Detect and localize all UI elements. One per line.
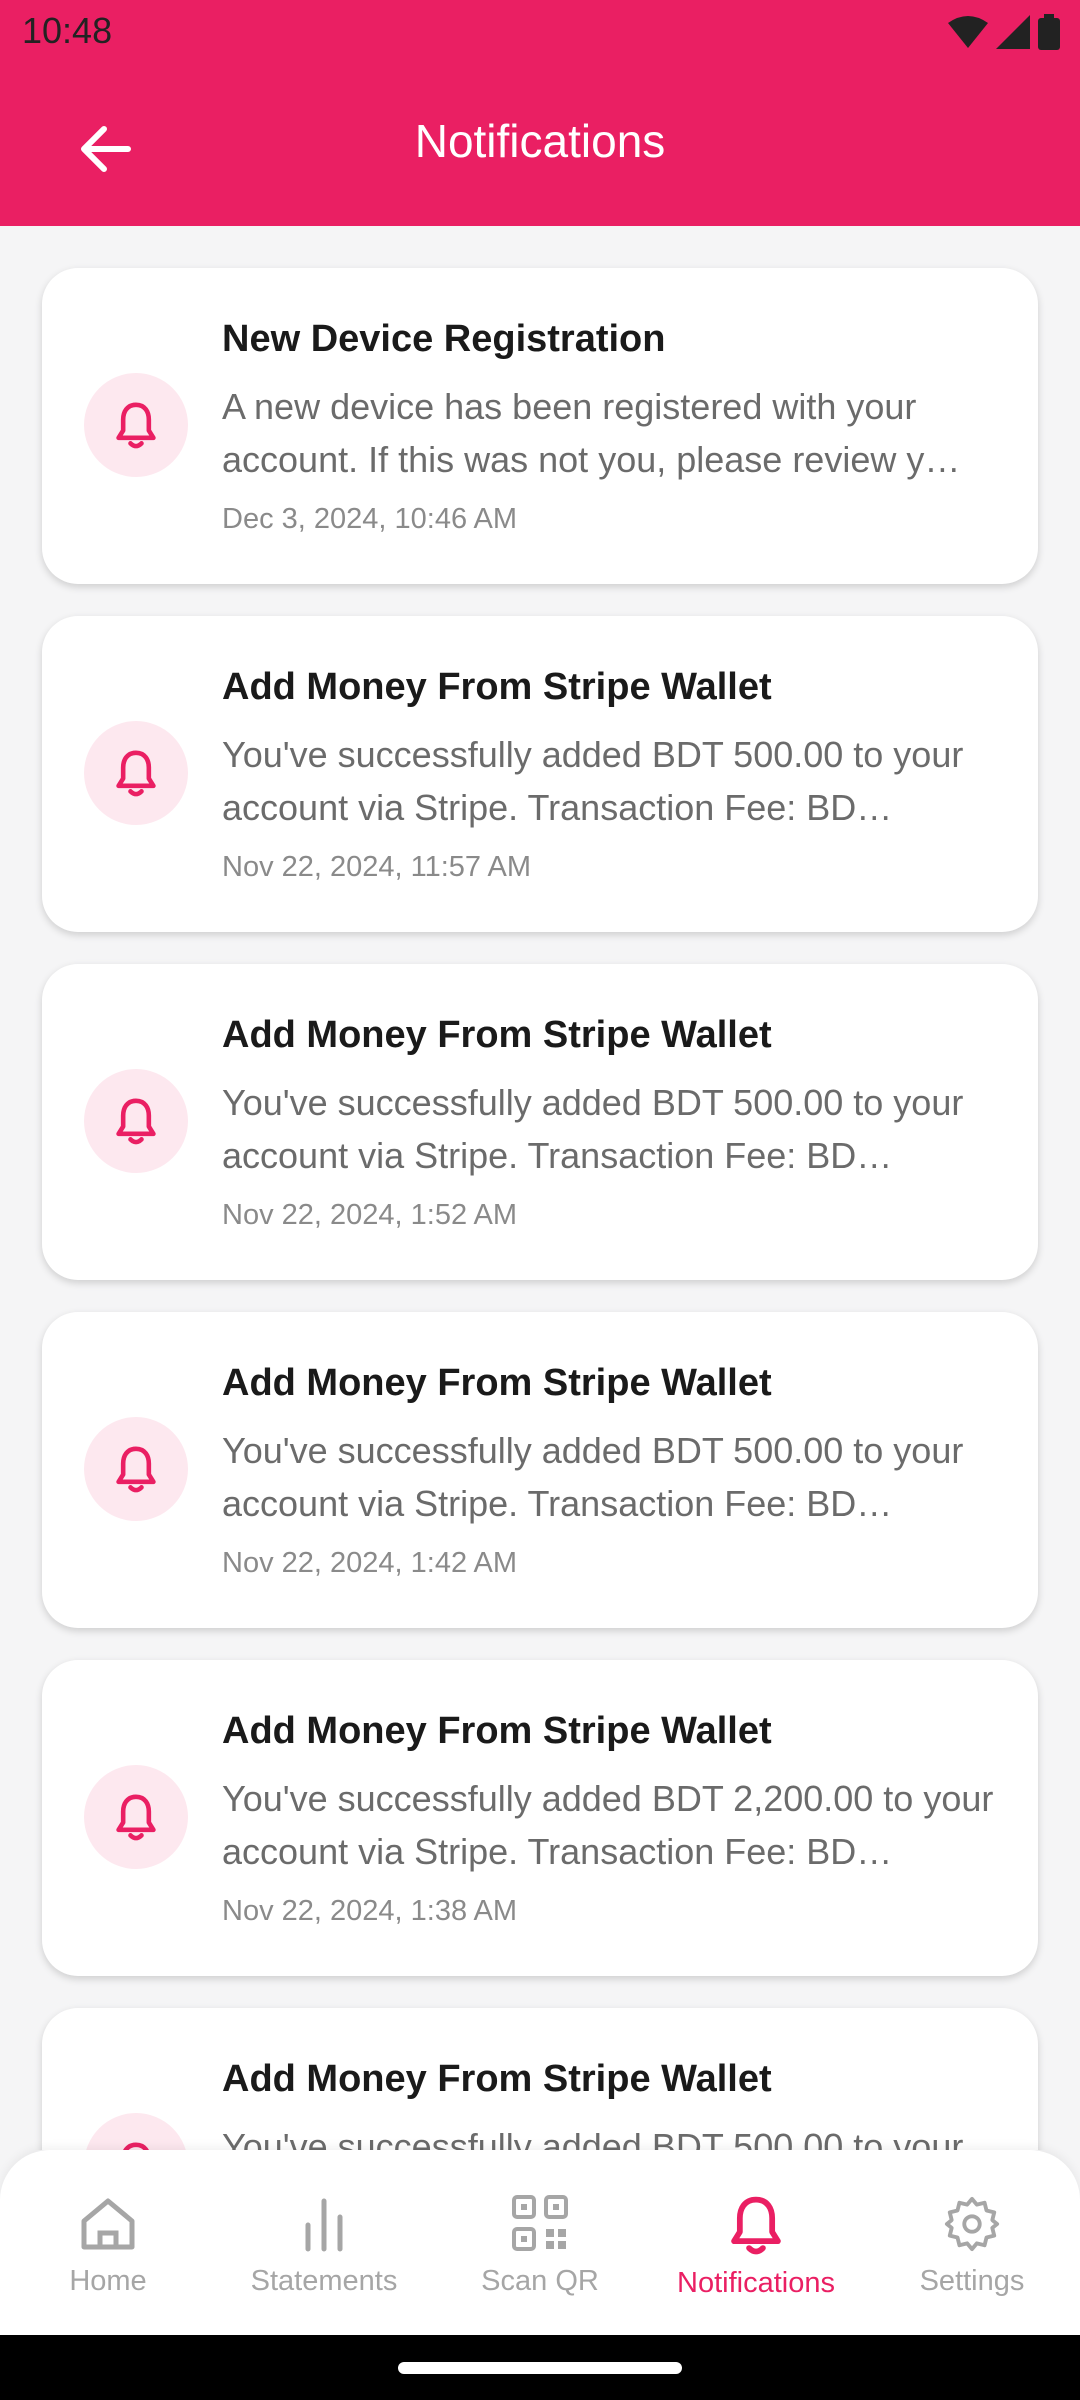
nav-item-notifications[interactable]: Notifications: [648, 2150, 864, 2335]
nav-item-label: Home: [69, 2265, 147, 2297]
notification-card[interactable]: Add Money From Stripe Wallet You've succ…: [42, 2008, 1038, 2150]
nav-item-label: Notifications: [677, 2267, 835, 2299]
bar-chart-icon: [294, 2195, 354, 2253]
notification-message: A new device has been registered with yo…: [222, 386, 961, 480]
home-indicator[interactable]: [398, 2362, 682, 2374]
notification-title: Add Money From Stripe Wallet: [222, 666, 772, 708]
bell-icon: [727, 2195, 785, 2255]
gesture-bar: [0, 2335, 1080, 2400]
nav-item-label: Settings: [919, 2265, 1025, 2297]
home-icon: [78, 2195, 138, 2253]
notification-bell: [84, 373, 188, 477]
notification-bell: [84, 1417, 188, 1521]
page-title: Notifications: [414, 115, 666, 167]
notification-bell: [84, 1069, 188, 1173]
notification-date: Nov 22, 2024, 1:38 AM: [222, 1895, 518, 1927]
bell-icon: [114, 749, 158, 797]
notification-card[interactable]: Add Money From Stripe Wallet You've succ…: [42, 964, 1038, 1280]
notification-card[interactable]: New Device Registration A new device has…: [42, 268, 1038, 584]
notification-list[interactable]: New Device Registration A new device has…: [0, 226, 1080, 2150]
notification-title: Add Money From Stripe Wallet: [222, 1362, 772, 1404]
notification-title: Add Money From Stripe Wallet: [222, 2058, 772, 2100]
signal-icon: [996, 15, 1030, 49]
battery-icon: [1038, 14, 1060, 50]
notification-message: You've successfully added BDT 2,200.00 t…: [222, 1778, 994, 1872]
bell-icon: [114, 1793, 158, 1841]
notification-message: You've successfully added BDT 500.00 to …: [222, 734, 964, 828]
notification-card[interactable]: Add Money From Stripe Wallet You've succ…: [42, 1312, 1038, 1628]
bell-icon: [114, 1097, 158, 1145]
nav-item-statements[interactable]: Statements: [216, 2150, 432, 2335]
bottom-navigation: Home Statements Scan QR Notifications Se…: [0, 2150, 1080, 2335]
wifi-icon: [948, 16, 988, 48]
notification-message: You've successfully added BDT 500.00 to …: [222, 2126, 964, 2150]
nav-item-label: Statements: [250, 2265, 398, 2297]
bell-icon: [114, 401, 158, 449]
nav-item-settings[interactable]: Settings: [864, 2150, 1080, 2335]
notification-card[interactable]: Add Money From Stripe Wallet You've succ…: [42, 616, 1038, 932]
nav-item-label: Scan QR: [481, 2265, 599, 2297]
nav-item-home[interactable]: Home: [0, 2150, 216, 2335]
notification-title: New Device Registration: [222, 318, 666, 360]
status-time: 10:48: [22, 10, 113, 51]
bell-icon: [114, 2141, 158, 2150]
notification-card[interactable]: Add Money From Stripe Wallet You've succ…: [42, 1660, 1038, 1976]
nav-item-scan-qr[interactable]: Scan QR: [432, 2150, 648, 2335]
notification-bell: [84, 2113, 188, 2150]
notification-date: Nov 22, 2024, 11:57 AM: [222, 851, 532, 883]
notification-bell: [84, 1765, 188, 1869]
notification-bell: [84, 721, 188, 825]
bell-icon: [114, 1445, 158, 1493]
app-bar: Notifications: [0, 64, 1080, 226]
notification-date: Dec 3, 2024, 10:46 AM: [222, 503, 518, 535]
system-icons: [948, 12, 1060, 52]
status-bar: 10:48: [0, 0, 1080, 64]
gear-icon: [942, 2195, 1002, 2253]
notification-message: You've successfully added BDT 500.00 to …: [222, 1082, 964, 1176]
notification-date: Nov 22, 2024, 1:42 AM: [222, 1547, 518, 1579]
notification-message: You've successfully added BDT 500.00 to …: [222, 1430, 964, 1524]
qr-code-icon: [510, 2195, 570, 2253]
notification-title: Add Money From Stripe Wallet: [222, 1014, 772, 1056]
notification-date: Nov 22, 2024, 1:52 AM: [222, 1199, 518, 1231]
notification-title: Add Money From Stripe Wallet: [222, 1710, 772, 1752]
